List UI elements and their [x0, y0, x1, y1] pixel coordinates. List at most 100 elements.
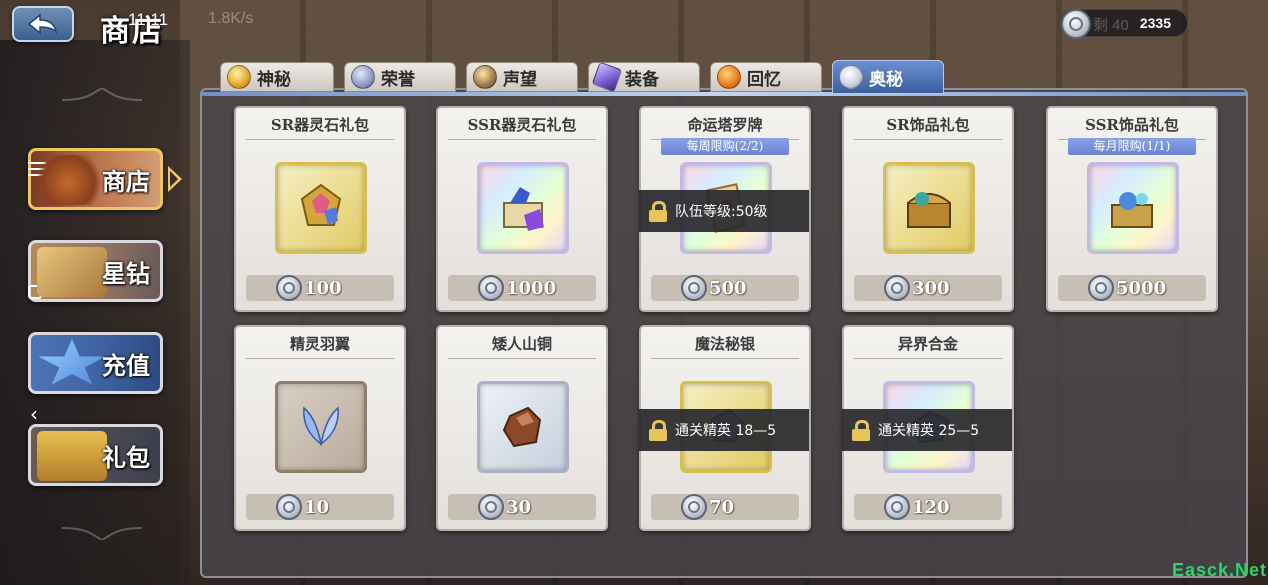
treasure-chest-icon: [37, 431, 107, 481]
unlock-requirement: 队伍等级:50级: [675, 204, 768, 220]
purchase-limit-badge: 每周限购(2/2): [661, 138, 789, 155]
shop-item-card[interactable]: 魔法秘银 通关精英 18—5 70: [639, 325, 811, 531]
item-title: 异界合金: [854, 333, 1002, 359]
sidebar-background: [0, 40, 190, 585]
equipment-crystal-icon: [591, 61, 623, 93]
arcane-coin-icon: [478, 494, 504, 520]
item-title: SSR饰品礼包: [1058, 114, 1206, 140]
price-bar: 5000: [1058, 275, 1206, 301]
item-price: 300: [912, 278, 950, 299]
arcane-coin-icon: [478, 275, 504, 301]
tab-fame[interactable]: 声望: [466, 62, 578, 92]
nav-item-gift-pack[interactable]: 礼包: [28, 424, 163, 486]
arcane-coin-icon: [884, 275, 910, 301]
item-price: 5000: [1116, 278, 1167, 299]
item-image: [275, 162, 367, 254]
currency-amount: 2335: [1139, 15, 1171, 31]
tab-equipment[interactable]: 装备: [588, 61, 700, 93]
currency-ghost-text: 剩 40: [1093, 17, 1129, 34]
item-image: [883, 162, 975, 254]
item-title: 命运塔罗牌: [651, 114, 799, 140]
mystery-coin-icon: [227, 65, 251, 89]
panel-accent-line: [202, 92, 1246, 96]
shop-item-card[interactable]: 命运塔罗牌 每周限购(2/2) 队伍等级:50级 500: [639, 106, 811, 312]
lock-icon: [852, 420, 870, 441]
nav-item-top-up[interactable]: 充值: [28, 332, 163, 394]
item-title: SR器灵石礼包: [246, 114, 394, 140]
locked-overlay: 通关精英 25—5: [842, 409, 1012, 451]
lock-icon: [649, 201, 667, 222]
tab-arcane[interactable]: 奥秘: [832, 60, 944, 94]
nav-item-label: 星钻: [102, 258, 150, 288]
price-bar: 10: [246, 494, 394, 520]
shop-item-card[interactable]: SR饰品礼包 300: [842, 106, 1014, 312]
unlock-requirement: 通关精英 25—5: [878, 423, 980, 439]
system-back-icon[interactable]: ‹: [30, 402, 38, 426]
shop-item-card[interactable]: 矮人山铜 30: [436, 325, 608, 531]
currency-display: 剩 40 2335: [1060, 9, 1188, 39]
item-price: 500: [709, 278, 747, 299]
nav-item-label: 商店: [102, 166, 150, 196]
arcane-coin-icon: [1061, 9, 1091, 39]
item-price: 1000: [506, 278, 557, 299]
ornament-divider-icon: [62, 527, 142, 540]
shop-item-card[interactable]: SSR器灵石礼包 1000: [436, 106, 608, 312]
tab-honor[interactable]: 荣誉: [344, 62, 456, 92]
item-image: [477, 162, 569, 254]
price-bar: 1000: [448, 275, 596, 301]
honor-badge-icon: [351, 65, 375, 89]
item-price: 100: [304, 278, 342, 299]
item-title: SSR器灵石礼包: [448, 114, 596, 140]
price-bar: 120: [854, 494, 1002, 520]
nav-item-label: 礼包: [102, 442, 150, 472]
shop-item-card[interactable]: 精灵羽翼 10: [234, 325, 406, 531]
arcane-coin-icon: [276, 275, 302, 301]
item-image: [1087, 162, 1179, 254]
purchase-limit-badge: 每月限购(1/1): [1068, 138, 1196, 155]
shop-item-card[interactable]: SR器灵石礼包 100: [234, 106, 406, 312]
shop-item-card[interactable]: SSR饰品礼包 每月限购(1/1) 5000: [1046, 106, 1218, 312]
item-image: [477, 381, 569, 473]
tab-mystery[interactable]: 神秘: [220, 62, 334, 92]
locked-overlay: 通关精英 18—5: [639, 409, 809, 451]
ornament-divider-icon: [62, 88, 142, 101]
nav-item-star-diamond[interactable]: 星钻: [28, 240, 163, 302]
locked-overlay: 队伍等级:50级: [639, 190, 809, 232]
item-title: 魔法秘银: [651, 333, 799, 359]
arcane-coin-icon: [681, 494, 707, 520]
lock-icon: [649, 420, 667, 441]
arcane-coin-icon: [276, 494, 302, 520]
item-image: [275, 381, 367, 473]
spirit-stone-chest-icon: [503, 187, 544, 231]
star-icon: [38, 339, 106, 385]
nav-item-label: 充值: [102, 350, 150, 380]
item-price: 70: [709, 497, 735, 518]
watermark-text: Easck.Net: [1172, 560, 1268, 580]
active-nav-pointer-icon: [168, 166, 182, 192]
card-art-icon: [37, 247, 107, 297]
back-arrow-icon: [27, 13, 58, 35]
spirit-stone-bag-icon: [300, 183, 342, 226]
arcane-coin-icon: [884, 494, 910, 520]
price-bar: 70: [651, 494, 799, 520]
accessory-treasure-icon: [1111, 192, 1153, 228]
unlock-requirement: 通关精英 18—5: [675, 423, 777, 439]
price-bar: 100: [246, 275, 394, 301]
tab-label: 荣誉: [381, 69, 415, 90]
shop-item-card[interactable]: 异界合金 通关精英 25—5 120: [842, 325, 1014, 531]
tab-label: 装备: [625, 69, 659, 90]
back-button[interactable]: [12, 6, 74, 42]
item-title: 矮人山铜: [448, 333, 596, 359]
item-price: 10: [304, 497, 330, 518]
tab-memory[interactable]: 回忆: [710, 62, 822, 92]
item-title: SR饰品礼包: [854, 114, 1002, 140]
arcane-coin-icon: [681, 275, 707, 301]
nav-item-shop[interactable]: 商店: [28, 148, 163, 210]
arcane-coin-icon: [1088, 275, 1114, 301]
status-network-speed: 1.8K/s: [208, 10, 254, 27]
price-bar: 500: [651, 275, 799, 301]
accessory-chest-icon: [907, 192, 951, 228]
status-time: 11:11: [128, 10, 169, 29]
tab-label: 神秘: [257, 69, 291, 90]
item-price: 120: [912, 497, 950, 518]
